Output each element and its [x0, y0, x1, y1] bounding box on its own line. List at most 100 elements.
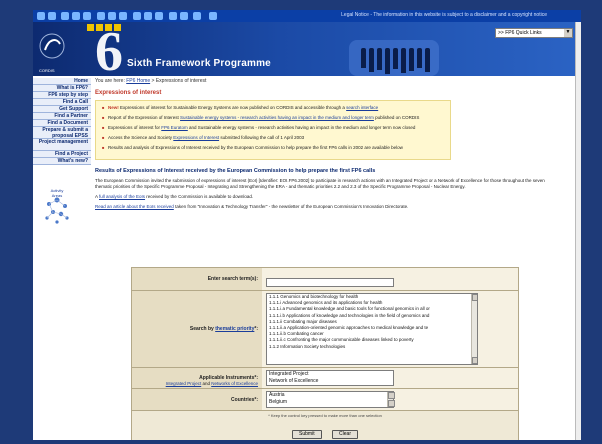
- nav-item-get-support[interactable]: Get Support: [33, 106, 91, 113]
- search-row: Enter search term(s):: [132, 268, 518, 291]
- news-item: Expressions of interest for FP6 Euratom …: [102, 125, 444, 131]
- news-box: New! Expressions of interest for Sustain…: [95, 100, 451, 160]
- new-badge: New!: [108, 105, 119, 110]
- media-icon[interactable]: [193, 12, 201, 20]
- country-option[interactable]: Austria: [267, 392, 393, 399]
- analysis-link[interactable]: full analysis of the EoIs: [99, 194, 145, 199]
- quick-links-select[interactable]: >> FP6 Quick Links ▼: [495, 28, 573, 38]
- legal-notice[interactable]: Legal Notice - The information in this w…: [341, 12, 547, 18]
- news-text: Results and analysis of Expressions of I…: [108, 145, 403, 150]
- clear-button[interactable]: Clear: [332, 430, 358, 439]
- theme-option[interactable]: 1.1.2 Information Society technologies: [267, 344, 477, 350]
- nav-item-whats-new[interactable]: What's new?: [33, 158, 91, 165]
- person-silhouette-icon: [385, 48, 390, 74]
- page-scrollbar[interactable]: [575, 22, 581, 440]
- chevron-down-icon[interactable]: ▼: [564, 29, 572, 37]
- forward-icon[interactable]: [48, 12, 56, 20]
- news-text: submitted following the call of 1 April …: [219, 135, 305, 140]
- analysis-text: received by the Commission is available …: [145, 194, 254, 199]
- home-icon[interactable]: [83, 12, 91, 20]
- favorites-icon[interactable]: [108, 12, 116, 20]
- back-icon[interactable]: [37, 12, 45, 20]
- person-silhouette-icon: [369, 48, 374, 72]
- activity-areas-icon[interactable]: [41, 186, 73, 226]
- country-option[interactable]: Belgium: [267, 399, 393, 406]
- nav-item-project-management[interactable]: Project management: [33, 139, 91, 151]
- nav-item-find-document[interactable]: Find a Document: [33, 120, 91, 127]
- article-link[interactable]: Read an article about the EoIs received: [95, 204, 174, 209]
- instruments-listbox[interactable]: Integrated Project Network of Excellence: [266, 370, 394, 386]
- logo-text: CORDIS: [39, 68, 55, 73]
- news-text: published on CORDIS: [373, 115, 420, 120]
- listbox-scrollbar[interactable]: [471, 294, 477, 364]
- nav-item-step-by-step[interactable]: FP6 step by step: [33, 92, 91, 99]
- news-text: Expressions of interest for Sustainable …: [120, 105, 347, 110]
- news-link[interactable]: search interface: [346, 105, 378, 110]
- person-silhouette-icon: [409, 48, 414, 71]
- news-link[interactable]: FP6 Euratom: [161, 125, 188, 130]
- page-title: Expressions of interest: [95, 90, 162, 96]
- instrument-option[interactable]: Network of Excellence: [267, 378, 393, 385]
- sidebar-nav: Home What is FP6? FP6 step by step Find …: [33, 78, 91, 165]
- instrument-option[interactable]: Integrated Project: [267, 371, 393, 378]
- instruments-and: and: [201, 381, 212, 386]
- programme-numeral: 6: [95, 22, 123, 76]
- nav-item-what-is-fp6[interactable]: What is FP6?: [33, 85, 91, 92]
- browser-window: Legal Notice - The information in this w…: [33, 10, 581, 440]
- countries-label: Countries*:: [132, 389, 262, 410]
- selection-note: * Keep the control key pressed to make m…: [268, 413, 382, 418]
- countries-listbox[interactable]: Austria Belgium: [266, 391, 395, 408]
- window-icon[interactable]: [209, 12, 217, 20]
- main-content: Expressions of interest New! Expressions…: [95, 88, 575, 210]
- breadcrumb-home-link[interactable]: FP6 Home: [126, 78, 150, 84]
- news-text: Expressions of interest for: [108, 125, 162, 130]
- submit-button[interactable]: Submit: [292, 430, 322, 439]
- analysis-paragraph: A full analysis of the EoIs received by …: [95, 194, 254, 199]
- news-link[interactable]: Expressions of Interest: [173, 135, 219, 140]
- search-label: Enter search term(s):: [132, 268, 262, 290]
- thematic-priority-listbox[interactable]: 1.1.1 Genomics and biotechnology for hea…: [266, 293, 478, 365]
- person-silhouette-icon: [393, 48, 398, 69]
- breadcrumb: You are here: FP6 Home > Expressions of …: [95, 76, 206, 86]
- nav-item-find-partner[interactable]: Find a Partner: [33, 113, 91, 120]
- form-buttons: Submit Clear: [132, 420, 518, 440]
- instruments-row: Applicable Instruments*: Integrated Proj…: [132, 368, 518, 389]
- themes-label: Search by thematic priority *:: [132, 291, 262, 367]
- eu-logo-icon[interactable]: [39, 30, 65, 66]
- thematic-priority-link[interactable]: thematic priority: [215, 326, 254, 332]
- nav-item-home[interactable]: Home: [33, 78, 91, 85]
- stop-icon[interactable]: [61, 12, 69, 20]
- instruments-label-cell: Applicable Instruments*: Integrated Proj…: [132, 368, 262, 388]
- results-heading: Results of Expressions of Interest recei…: [95, 168, 376, 174]
- refresh-icon[interactable]: [72, 12, 80, 20]
- person-silhouette-icon: [361, 48, 366, 68]
- edit-icon[interactable]: [155, 12, 163, 20]
- networks-link[interactable]: Networks of Excellence: [211, 381, 258, 386]
- search-icon[interactable]: [97, 12, 105, 20]
- quick-links-value: >> FP6 Quick Links: [498, 30, 542, 36]
- integrated-project-link[interactable]: Integrated Project: [166, 381, 202, 386]
- print-icon[interactable]: [144, 12, 152, 20]
- article-text: taken from "Innovation & Technology Tran…: [173, 204, 409, 209]
- listbox-scrollbar[interactable]: [387, 392, 395, 407]
- search-input[interactable]: [266, 277, 394, 287]
- messenger-icon[interactable]: [180, 12, 188, 20]
- history-icon[interactable]: [119, 12, 127, 20]
- person-silhouette-icon: [401, 48, 406, 73]
- person-silhouette-icon: [377, 48, 382, 70]
- eoi-search-form: Enter search term(s): Search by thematic…: [131, 267, 519, 440]
- countries-row: Countries*: Austria Belgium: [132, 389, 518, 411]
- nav-item-prepare-submit[interactable]: Prepare & submit a proposal EPSS: [33, 127, 91, 139]
- article-paragraph: Read an article about the EoIs received …: [95, 204, 555, 210]
- discuss-icon[interactable]: [169, 12, 177, 20]
- decor-square: [87, 24, 94, 31]
- nav-item-find-project[interactable]: Find a Project: [33, 151, 91, 158]
- programme-title: Sixth Framework Programme: [127, 58, 271, 69]
- site-header: CORDIS 6 Sixth Framework Programme >> FP…: [33, 22, 581, 76]
- mail-icon[interactable]: [133, 12, 141, 20]
- news-link[interactable]: Sustainable energy systems - research ac…: [180, 115, 374, 120]
- news-item: Report of the Expression of Interest Sus…: [102, 115, 444, 121]
- breadcrumb-prefix: You are here:: [95, 78, 125, 84]
- themes-row: Search by thematic priority *: 1.1.1 Geno…: [132, 291, 518, 368]
- nav-item-find-call[interactable]: Find a Call: [33, 99, 91, 106]
